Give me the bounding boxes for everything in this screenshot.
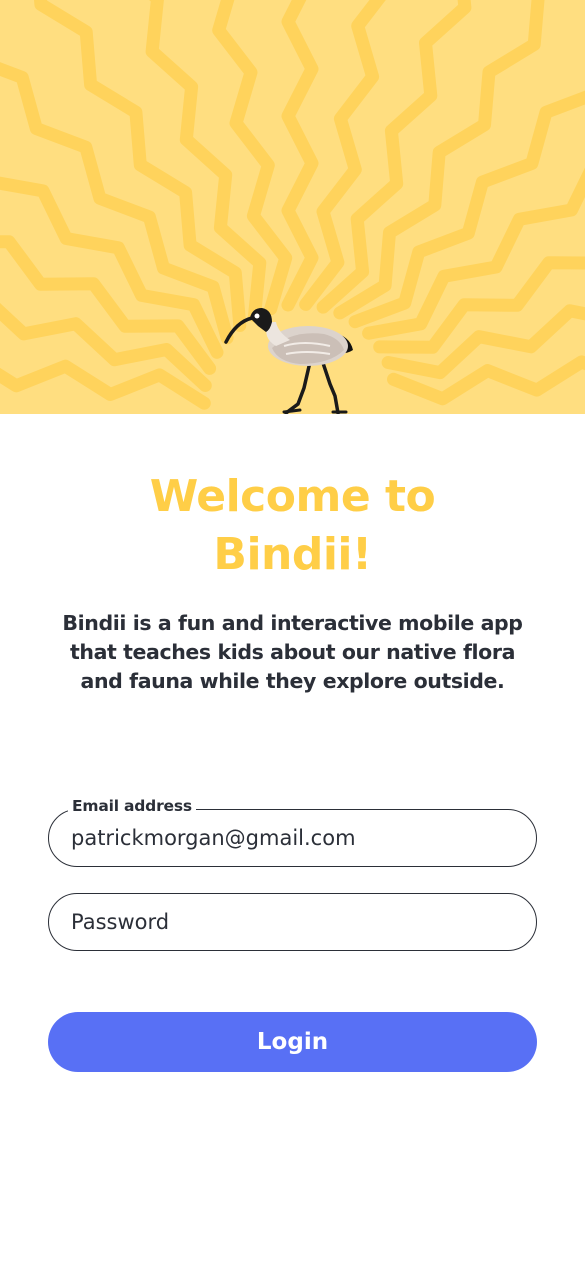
login-screen: Welcome to Bindii! Bindii is a fun and i… xyxy=(0,0,585,1266)
email-field: Email address xyxy=(48,795,537,867)
password-field xyxy=(48,893,537,951)
hero-illustration xyxy=(0,0,585,414)
welcome-title: Welcome to Bindii! xyxy=(0,468,585,584)
hero-banner xyxy=(0,0,585,414)
email-input[interactable] xyxy=(71,810,511,865)
welcome-title-line2: Bindii! xyxy=(213,529,372,580)
login-button[interactable]: Login xyxy=(48,1012,537,1072)
welcome-title-line1: Welcome to xyxy=(149,471,436,522)
password-input[interactable] xyxy=(71,894,511,949)
app-description: Bindii is a fun and interactive mobile a… xyxy=(62,611,523,693)
